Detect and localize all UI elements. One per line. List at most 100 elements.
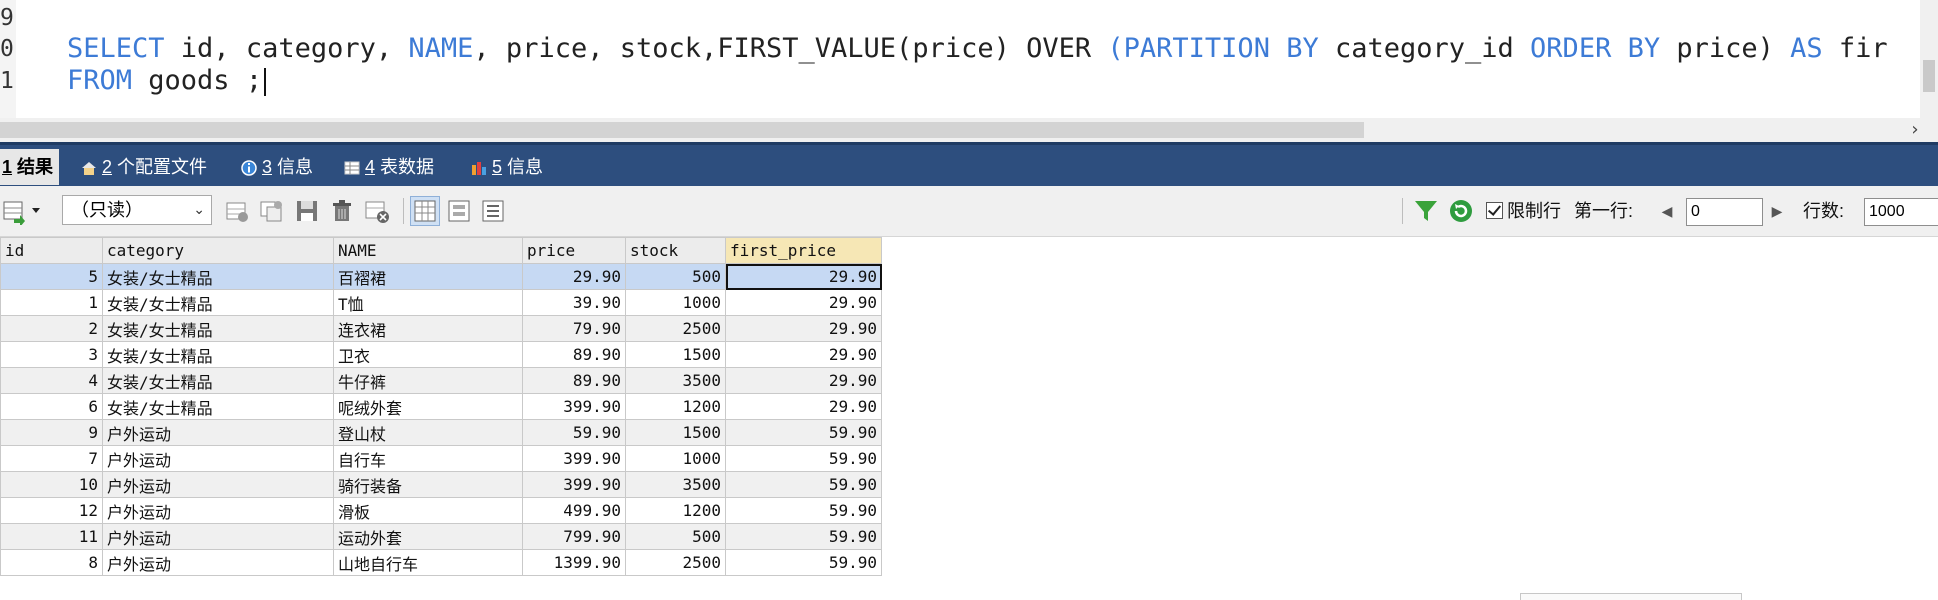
table-cell-first-price[interactable]: 29.90 bbox=[725, 315, 882, 342]
tab-table-data[interactable]: 4 表数据 bbox=[343, 151, 434, 183]
table-cell-first-price[interactable]: 59.90 bbox=[725, 549, 882, 576]
table-cell-category[interactable]: 户外运动 bbox=[102, 523, 334, 550]
tab-info-2[interactable]: 5 信息 bbox=[470, 151, 543, 183]
table-cell-price[interactable]: 399.90 bbox=[522, 445, 626, 472]
tab-info[interactable]: 3 信息 bbox=[240, 151, 313, 183]
result-grid[interactable]: id category NAME price stock first_price… bbox=[0, 237, 882, 576]
table-cell-name[interactable]: 运动外套 bbox=[333, 523, 523, 550]
table-row[interactable]: 9 户外运动 登山杖 59.90 1500 59.90 bbox=[0, 419, 882, 446]
form-view-icon[interactable] bbox=[445, 197, 473, 225]
table-row[interactable]: 7 户外运动 自行车 399.90 1000 59.90 bbox=[0, 445, 882, 472]
table-cell-price[interactable]: 89.90 bbox=[522, 341, 626, 368]
table-cell-stock[interactable]: 1200 bbox=[625, 497, 726, 524]
table-cell-name[interactable]: 登山杖 bbox=[333, 419, 523, 446]
table-cell-stock[interactable]: 500 bbox=[625, 523, 726, 550]
table-cell-id[interactable]: 9 bbox=[0, 419, 103, 446]
table-cell-id[interactable]: 7 bbox=[0, 445, 103, 472]
column-header-name[interactable]: NAME bbox=[333, 237, 523, 264]
table-cell-name[interactable]: 卫衣 bbox=[333, 341, 523, 368]
table-cell-stock[interactable]: 1000 bbox=[625, 445, 726, 472]
first-row-input[interactable]: 0 bbox=[1686, 198, 1763, 226]
table-cell-category[interactable]: 女装/女士精品 bbox=[102, 289, 334, 316]
table-row[interactable]: 12 户外运动 滑板 499.90 1200 59.90 bbox=[0, 497, 882, 524]
editor-horizontal-scrollbar[interactable]: › bbox=[0, 118, 1938, 142]
table-cell-name[interactable]: T恤 bbox=[333, 289, 523, 316]
tab-results[interactable]: 1 结果 bbox=[0, 149, 60, 185]
table-cell-first-price[interactable]: 59.90 bbox=[725, 445, 882, 472]
table-row[interactable]: 5 女装/女士精品 百褶裙 29.90 500 29.90 bbox=[0, 263, 882, 290]
next-page-icon[interactable]: ▶ bbox=[1769, 200, 1785, 224]
table-cell-stock[interactable]: 3500 bbox=[625, 471, 726, 498]
sql-line-select[interactable]: SELECT id, category, NAME, price, stock,… bbox=[67, 33, 1888, 65]
table-row[interactable]: 4 女装/女士精品 牛仔裤 89.90 3500 29.90 bbox=[0, 367, 882, 394]
table-cell-id[interactable]: 4 bbox=[0, 367, 103, 394]
tab-profiles[interactable]: 2 个配置文件 bbox=[80, 151, 207, 183]
table-row[interactable]: 10 户外运动 骑行装备 399.90 3500 59.90 bbox=[0, 471, 882, 498]
table-cell-name[interactable]: 自行车 bbox=[333, 445, 523, 472]
delete-trash-icon[interactable] bbox=[328, 197, 356, 225]
table-cell-stock[interactable]: 2500 bbox=[625, 549, 726, 576]
table-cell-name[interactable]: 骑行装备 bbox=[333, 471, 523, 498]
table-cell-category[interactable]: 户外运动 bbox=[102, 419, 334, 446]
table-cell-first-price[interactable]: 59.90 bbox=[725, 419, 882, 446]
filter-icon[interactable] bbox=[1412, 197, 1440, 225]
table-cell-name[interactable]: 百褶裙 bbox=[333, 263, 523, 290]
table-cell-price[interactable]: 29.90 bbox=[522, 263, 626, 290]
table-cell-first-price[interactable]: 29.90 bbox=[725, 341, 882, 368]
table-cell-stock[interactable]: 2500 bbox=[625, 315, 726, 342]
table-cell-category[interactable]: 户外运动 bbox=[102, 549, 334, 576]
readonly-mode-select[interactable]: （只读） ⌄ bbox=[62, 195, 212, 225]
table-cell-category[interactable]: 女装/女士精品 bbox=[102, 315, 334, 342]
table-cell-stock[interactable]: 1500 bbox=[625, 419, 726, 446]
table-row[interactable]: 6 女装/女士精品 呢绒外套 399.90 1200 29.90 bbox=[0, 393, 882, 420]
table-cell-stock[interactable]: 1500 bbox=[625, 341, 726, 368]
duplicate-row-icon[interactable] bbox=[258, 197, 286, 225]
row-count-input[interactable]: 1000 bbox=[1864, 198, 1938, 226]
table-cell-price[interactable]: 499.90 bbox=[522, 497, 626, 524]
table-cell-price[interactable]: 89.90 bbox=[522, 367, 626, 394]
table-cell-first-price[interactable]: 29.90 bbox=[725, 289, 882, 316]
table-cell-category[interactable]: 女装/女士精品 bbox=[102, 341, 334, 368]
table-cell-category[interactable]: 户外运动 bbox=[102, 497, 334, 524]
insert-row-icon[interactable] bbox=[223, 197, 251, 225]
table-cell-name[interactable]: 山地自行车 bbox=[333, 549, 523, 576]
column-header-stock[interactable]: stock bbox=[625, 237, 726, 264]
table-row[interactable]: 1 女装/女士精品 T恤 39.90 1000 29.90 bbox=[0, 289, 882, 316]
table-cell-first-price[interactable]: 59.90 bbox=[725, 497, 882, 524]
scroll-right-icon[interactable]: › bbox=[1905, 118, 1925, 142]
table-cell-category[interactable]: 女装/女士精品 bbox=[102, 263, 334, 290]
table-cell-stock[interactable]: 1200 bbox=[625, 393, 726, 420]
table-cell-id[interactable]: 2 bbox=[0, 315, 103, 342]
table-row[interactable]: 2 女装/女士精品 连衣裙 79.90 2500 29.90 bbox=[0, 315, 882, 342]
scrollbar-thumb[interactable] bbox=[1923, 60, 1935, 92]
table-cell-id[interactable]: 8 bbox=[0, 549, 103, 576]
table-cell-price[interactable]: 1399.90 bbox=[522, 549, 626, 576]
table-cell-name[interactable]: 牛仔裤 bbox=[333, 367, 523, 394]
table-cell-stock[interactable]: 500 bbox=[625, 263, 726, 290]
table-row[interactable]: 8 户外运动 山地自行车 1399.90 2500 59.90 bbox=[0, 549, 882, 576]
table-cell-price[interactable]: 399.90 bbox=[522, 471, 626, 498]
table-cell-name[interactable]: 滑板 bbox=[333, 497, 523, 524]
table-cell-id[interactable]: 5 bbox=[0, 263, 103, 290]
grid-view-icon[interactable] bbox=[410, 196, 440, 226]
column-header-id[interactable]: id bbox=[0, 237, 103, 264]
table-cell-price[interactable]: 39.90 bbox=[522, 289, 626, 316]
table-cell-stock[interactable]: 1000 bbox=[625, 289, 726, 316]
table-cell-first-price[interactable]: 59.90 bbox=[725, 471, 882, 498]
table-cell-price[interactable]: 59.90 bbox=[522, 419, 626, 446]
table-cell-id[interactable]: 1 bbox=[0, 289, 103, 316]
column-header-first-price[interactable]: first_price bbox=[725, 237, 882, 264]
column-header-category[interactable]: category bbox=[102, 237, 334, 264]
table-cell-price[interactable]: 799.90 bbox=[522, 523, 626, 550]
table-row[interactable]: 3 女装/女士精品 卫衣 89.90 1500 29.90 bbox=[0, 341, 882, 368]
table-cell-id[interactable]: 11 bbox=[0, 523, 103, 550]
table-cell-stock[interactable]: 3500 bbox=[625, 367, 726, 394]
text-view-icon[interactable] bbox=[479, 197, 507, 225]
table-cell-name[interactable]: 连衣裙 bbox=[333, 315, 523, 342]
table-cell-category[interactable]: 女装/女士精品 bbox=[102, 393, 334, 420]
table-cell-first-price[interactable]: 29.90 bbox=[725, 367, 882, 394]
table-cell-price[interactable]: 79.90 bbox=[522, 315, 626, 342]
table-cell-id[interactable]: 10 bbox=[0, 471, 103, 498]
refresh-icon[interactable] bbox=[1447, 197, 1475, 225]
cancel-changes-icon[interactable] bbox=[363, 197, 391, 225]
